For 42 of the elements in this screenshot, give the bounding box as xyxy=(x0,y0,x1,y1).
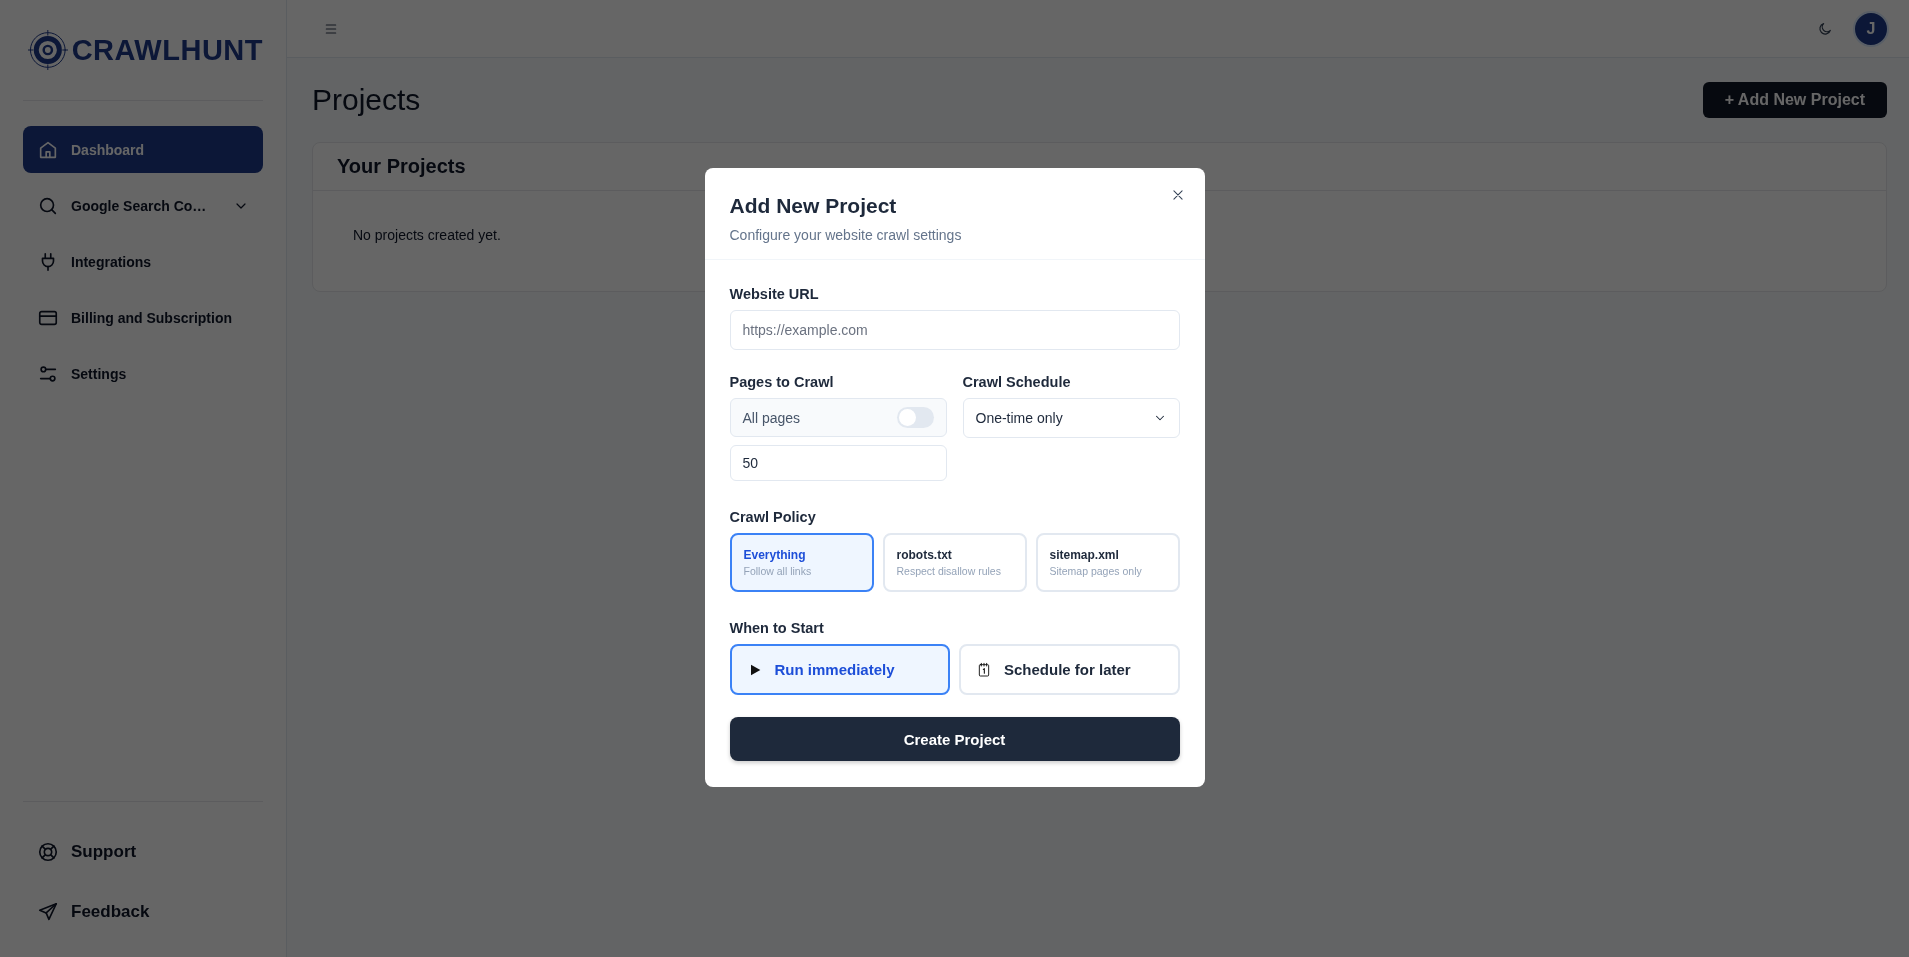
field-label: Crawl Policy xyxy=(729,509,817,525)
create-project-button[interactable]: Create Project xyxy=(729,717,1180,761)
target-logo-icon xyxy=(28,30,68,70)
option-description: Sitemap pages only xyxy=(1049,565,1142,577)
calendar-icon xyxy=(976,661,992,678)
start-option[interactable]: Run immediately xyxy=(729,644,950,695)
modal-subtitle: Configure your website crawl settings xyxy=(729,227,963,243)
option-title: sitemap.xml xyxy=(1049,548,1119,562)
policy-option[interactable]: robots.txt Respect disallow rules xyxy=(882,533,1027,592)
nav-item[interactable]: Dashboard xyxy=(23,126,263,173)
option-title: robots.txt xyxy=(896,548,952,562)
field-label: Pages to Crawl xyxy=(729,374,835,390)
page-title: Projects xyxy=(312,83,421,117)
start-option[interactable]: Schedule for later xyxy=(959,644,1180,695)
lifebuoy-icon xyxy=(37,841,59,863)
schedule-select[interactable]: One-time only xyxy=(962,398,1180,438)
option-description: Follow all links xyxy=(743,565,812,577)
policy-option[interactable]: Everything Follow all links xyxy=(729,533,874,592)
modal-title: Add New Project xyxy=(729,194,898,218)
field-label: Crawl Schedule xyxy=(962,374,1072,390)
policy-option[interactable]: sitemap.xml Sitemap pages only xyxy=(1035,533,1180,592)
toggle-label: All pages xyxy=(742,409,801,426)
add-project-button[interactable]: + Add New Project xyxy=(1702,82,1887,118)
field-label: When to Start xyxy=(729,620,825,636)
logo-text: CRAWLHUNT xyxy=(71,33,263,67)
option-title: Everything xyxy=(743,548,806,562)
moon-icon xyxy=(1817,20,1833,37)
pages-input[interactable]: 50 xyxy=(729,445,947,481)
nav-item[interactable]: Settings xyxy=(23,350,263,397)
nav-item[interactable]: Integrations xyxy=(23,238,263,285)
nav-item[interactable]: Google Search Co… xyxy=(23,182,263,229)
url-input[interactable]: https://example.com xyxy=(729,310,1180,350)
option-description: Respect disallow rules xyxy=(896,565,1001,577)
empty-message: No projects created yet. xyxy=(353,227,501,243)
nav-item[interactable]: Billing and Subscription xyxy=(23,294,263,341)
avatar[interactable]: J xyxy=(1853,10,1889,47)
footer-link[interactable]: Feedback xyxy=(23,882,263,942)
toggle-switch[interactable] xyxy=(896,407,934,428)
send-icon xyxy=(37,901,59,923)
close-icon xyxy=(1170,188,1185,202)
footer-link[interactable]: Support xyxy=(23,822,263,882)
field-label: Website URL xyxy=(729,286,820,302)
